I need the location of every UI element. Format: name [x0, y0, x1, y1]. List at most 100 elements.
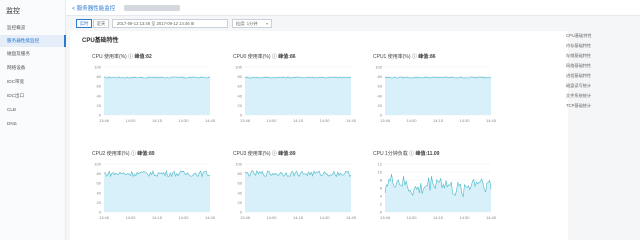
y-tick-label: 60: [97, 181, 102, 186]
anchor-storage[interactable]: 存储基础特性: [566, 53, 591, 59]
y-tick-label: 20: [378, 103, 383, 108]
y-tick-label: 80: [238, 74, 243, 79]
y-tick-label: 0: [99, 113, 102, 118]
chart-title: CPU 使用率(%) ⓘ 峰值:82: [92, 54, 152, 60]
chart-svg: 100 80 60 40 20 013:46 14:00 14:15 14:30 14:45: [94, 162, 216, 221]
anchor-process[interactable]: 进程基础特性: [566, 73, 591, 79]
sidebar-item-idc-egress[interactable]: IDC出口: [0, 90, 66, 102]
sidebar-item-server-performance[interactable]: 服务器性能监控: [0, 35, 66, 47]
y-tick-label: 100: [375, 65, 382, 70]
y-tick-label: 100: [94, 65, 101, 70]
y-tick-label: 40: [238, 190, 243, 195]
y-tick-label: 4: [380, 194, 383, 199]
sidebar-title: 监控: [6, 8, 20, 15]
y-tick-label: 40: [97, 190, 102, 195]
sidebar-item-disk-service[interactable]: 磁盘及服务: [0, 48, 66, 60]
anchor-tcp[interactable]: TCP基础统计: [566, 103, 591, 109]
x-tick-label: 13:46: [240, 118, 251, 123]
y-tick-label: 20: [97, 200, 102, 205]
x-tick-label: 14:00: [266, 215, 277, 220]
sidebar-item-network-device[interactable]: 网络设备: [0, 62, 66, 74]
chart-title: CPU2 使用率(%) ⓘ 峰值:89: [92, 151, 155, 157]
series-area: [245, 76, 351, 115]
y-tick-label: 60: [238, 181, 243, 186]
chart-card-cpu-load: 12 10 8 6 4 2 0 13:46 14:00 14:15 14:30 14:45 CPU 1…: [363, 146, 511, 230]
x-tick-label: 14:15: [152, 118, 163, 123]
sidebar-item-clb[interactable]: CLB: [0, 104, 66, 116]
chart-card-cpu2-usage: 100 80 60 40 20 0 13:46 14:00 14:15 14:30 14:45 CP…: [82, 146, 230, 230]
anchor-filesystem[interactable]: 文件系统统计: [566, 93, 591, 99]
x-tick-label: 14:45: [205, 215, 216, 220]
x-tick-label: 14:00: [266, 118, 277, 123]
x-tick-label: 13:46: [240, 215, 251, 220]
chart-stat: 峰值:11.09: [415, 151, 440, 157]
date-range-picker[interactable]: 2017-09-12 13:46 至 2017-09-12 14:46 ⊞: [112, 19, 228, 28]
x-tick-label: 13:46: [380, 215, 391, 220]
x-tick-label: 14:30: [459, 215, 470, 220]
x-tick-label: 14:15: [293, 215, 304, 220]
series-area: [104, 170, 210, 212]
y-tick-label: 20: [97, 103, 102, 108]
series-area: [104, 76, 210, 115]
back-link[interactable]: < 服务器性能监控: [72, 4, 115, 12]
y-tick-label: 0: [240, 113, 243, 118]
y-tick-label: 0: [99, 210, 102, 215]
chevron-down-icon: ▾: [265, 21, 268, 26]
y-tick-label: 20: [238, 200, 243, 205]
y-tick-label: 60: [238, 84, 243, 89]
chart-stat: 峰值:89: [278, 151, 296, 157]
sidebar: 监控 监控概览 服务器性能监控 磁盘及服务 网络设备 IDC带宽 IDC出口 C…: [0, 0, 66, 240]
anchor-cpu[interactable]: CPU基础特性: [566, 33, 592, 39]
sidebar-item-overview[interactable]: 监控概览: [0, 22, 66, 34]
y-tick-label: 100: [235, 162, 242, 167]
granularity-value: 粒度: 1分钟: [236, 21, 258, 26]
x-tick-label: 14:45: [486, 215, 497, 220]
x-tick-label: 14:00: [406, 118, 417, 123]
y-tick-label: 80: [97, 171, 102, 176]
chart-label: CPU1 使用率(%): [373, 54, 411, 60]
recent-day-button[interactable]: 近天: [93, 19, 109, 28]
chart-label: CPU2 使用率(%): [92, 151, 130, 157]
x-tick-label: 14:00: [125, 215, 136, 220]
x-tick-label: 13:46: [99, 215, 110, 220]
chart-svg: 100 80 60 40 20 013:46 14:00 14:15 14:30 14:45: [235, 162, 356, 221]
y-tick-label: 0: [380, 113, 383, 118]
chart-title: CPU1 使用率(%) ⓘ 峰值:86: [373, 54, 436, 60]
chart-stat: 峰值:86: [418, 54, 436, 60]
y-tick-label: 60: [378, 84, 383, 89]
y-tick-label: 100: [94, 162, 101, 167]
series-area: [385, 76, 491, 115]
chart-svg: 100 80 60 40 20 013:46 14:00 14:15 14:30 14:45: [375, 65, 497, 124]
y-tick-label: 6: [380, 186, 383, 191]
y-tick-label: 80: [97, 74, 102, 79]
anchor-memory[interactable]: 内存基础特性: [566, 43, 591, 49]
granularity-select[interactable]: 粒度: 1分钟 ▾: [232, 19, 272, 28]
section-title: CPU基础特性: [82, 38, 119, 44]
y-tick-label: 40: [97, 93, 102, 98]
series-area: [245, 170, 351, 212]
realtime-button[interactable]: 实时: [76, 19, 92, 28]
y-tick-label: 2: [380, 202, 383, 207]
x-tick-label: 14:30: [459, 118, 470, 123]
y-tick-label: 40: [378, 93, 383, 98]
chart-title: CPU0 使用率(%) ⓘ 峰值:86: [233, 54, 296, 60]
y-tick-label: 80: [238, 171, 243, 176]
y-tick-label: 12: [378, 162, 383, 167]
chart-card-cpu3-usage: 100 80 60 40 20 0 13:46 14:00 14:15 14:30 14:45 CP…: [223, 146, 371, 230]
anchor-network[interactable]: 网络基础特性: [566, 63, 591, 69]
chart-stat: 峰值:86: [278, 54, 296, 60]
anchor-disk-io[interactable]: 磁盘读写统计: [566, 83, 591, 89]
chart-card-cpu-usage: 100 80 60 40 20 0 13:46 14:00 14:15 14:30 14:45 CP…: [82, 49, 230, 133]
sidebar-item-dns[interactable]: DNS: [0, 118, 66, 130]
x-tick-label: 14:00: [406, 215, 417, 220]
sidebar-item-idc-bandwidth[interactable]: IDC带宽: [0, 76, 66, 88]
x-tick-label: 13:46: [380, 118, 391, 123]
x-tick-label: 14:00: [125, 118, 136, 123]
x-tick-label: 13:46: [99, 118, 110, 123]
redacted-hostname: [124, 5, 180, 11]
y-tick-label: 20: [238, 103, 243, 108]
x-tick-label: 14:30: [178, 215, 189, 220]
x-tick-label: 14:45: [486, 118, 497, 123]
x-tick-label: 14:15: [293, 118, 304, 123]
chart-svg: 100 80 60 40 20 013:46 14:00 14:15 14:30 14:45: [94, 65, 215, 124]
